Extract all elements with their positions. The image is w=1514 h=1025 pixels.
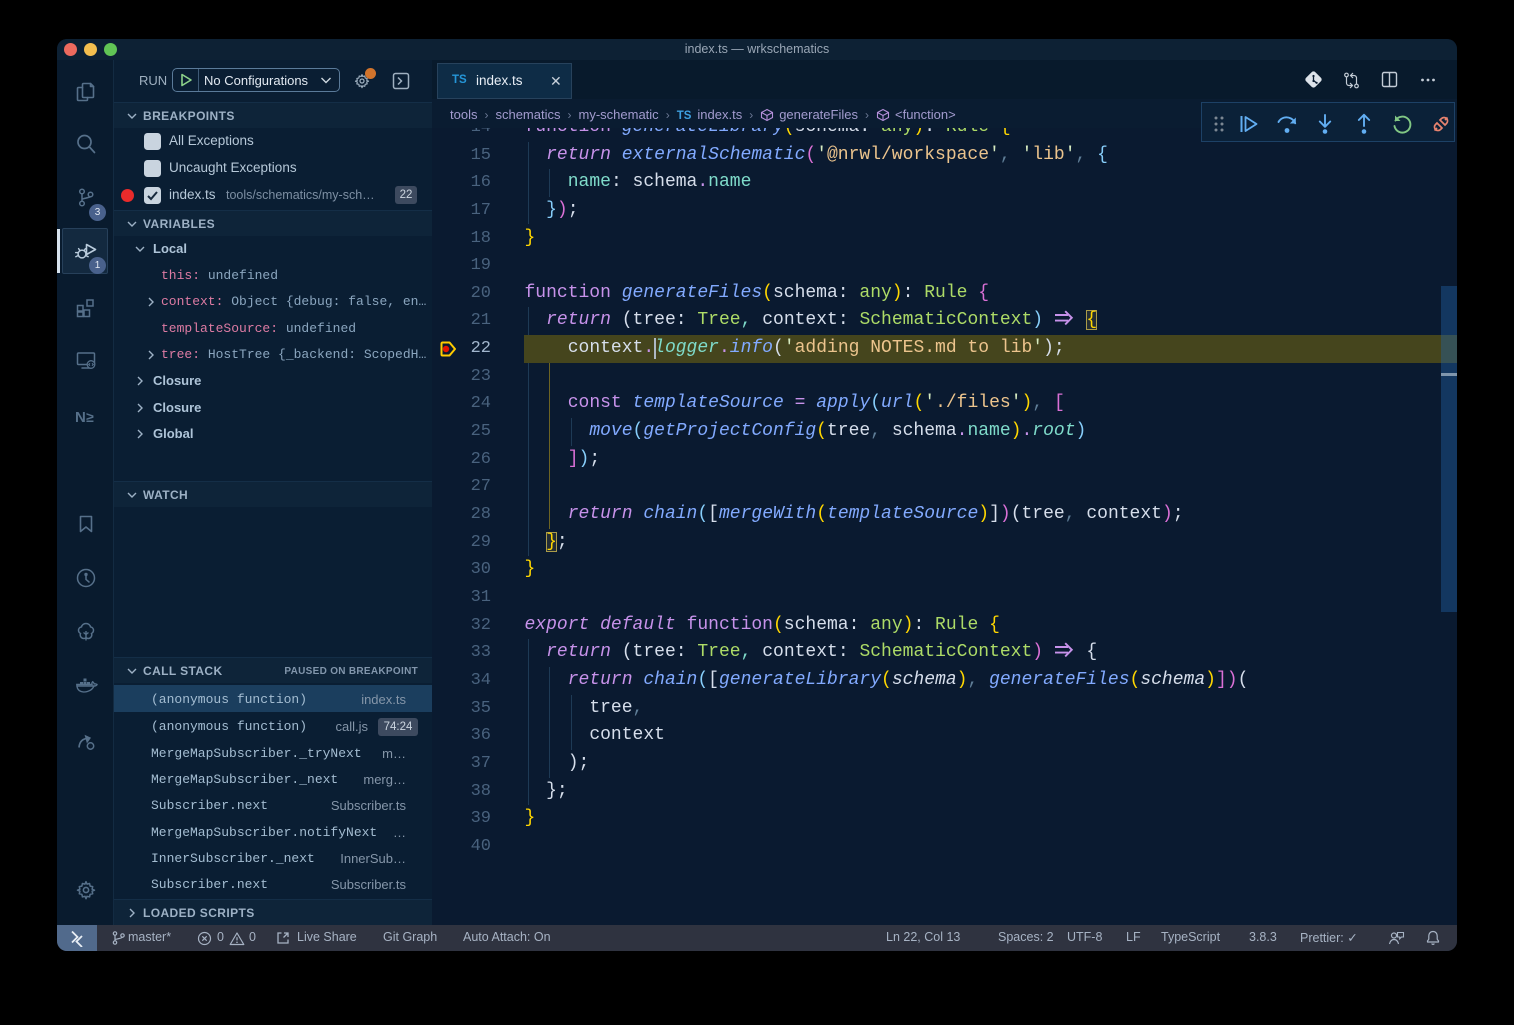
svg-text:≥: ≥ [86,409,94,425]
svg-text:N: N [75,409,86,426]
